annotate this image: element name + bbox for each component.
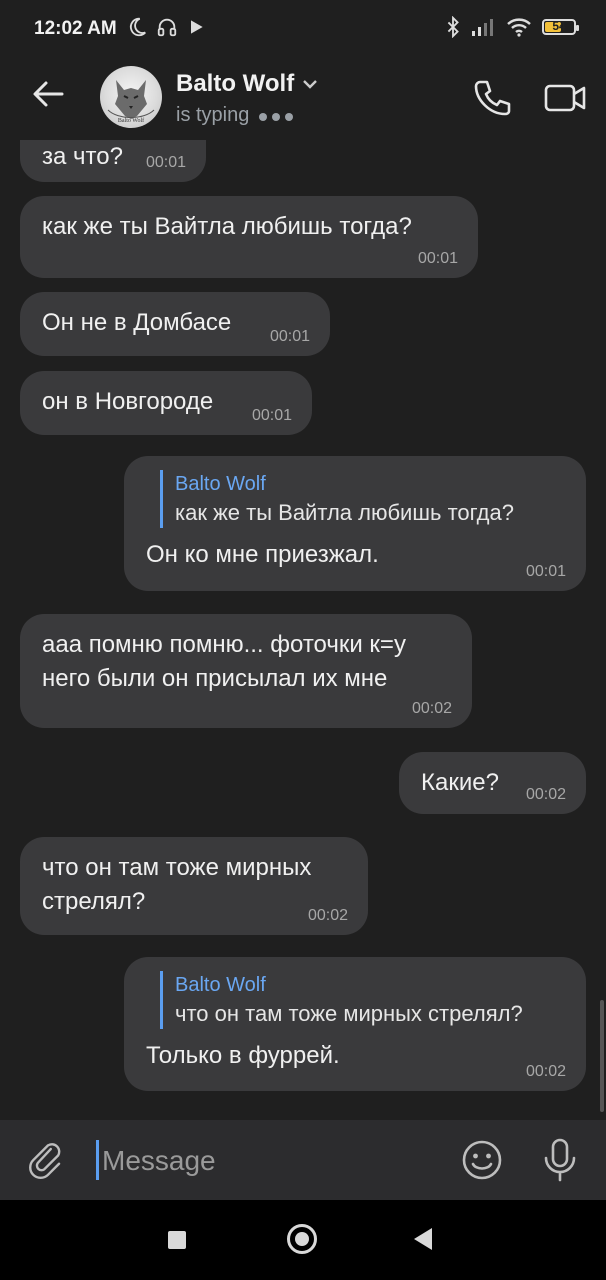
message-text: Он ко мне приезжал. [146, 541, 379, 568]
typing-status: is typing [176, 104, 298, 127]
message-text: что он там тоже мирных стрелял? [42, 854, 312, 915]
back-triangle-icon[interactable] [414, 1228, 432, 1250]
chevron-down-icon [303, 80, 318, 89]
message-time: 00:01 [145, 154, 186, 171]
status-time: 12:02 AM [34, 18, 117, 39]
text-caret [96, 1140, 99, 1180]
status-bar: 12:02 AM 54 [0, 0, 606, 58]
back-arrow-icon[interactable] [28, 74, 68, 114]
message-time: 00:01 [417, 250, 458, 267]
phone-call-icon[interactable] [470, 76, 514, 120]
message-list[interactable]: за что? 00:01 как же ты Вайтла любишь то… [0, 140, 606, 1120]
message-time: 00:02 [525, 1063, 566, 1080]
headphones-icon [157, 18, 177, 37]
reply-quote-author: Balto Wolf [175, 473, 266, 495]
play-icon [191, 20, 203, 34]
message-text: Он не в Домбасе [42, 309, 232, 336]
avatar[interactable]: Balto Wolf [100, 66, 162, 128]
message-text: ааа помню помню... фоточки к=у него были… [42, 631, 406, 692]
message-bubble-outgoing[interactable]: Какие? 00:02 [399, 752, 586, 814]
message-bubble-incoming[interactable]: он в Новгороде 00:01 [20, 371, 312, 435]
message-bubble-incoming[interactable]: Он не в Домбасе 00:01 [20, 292, 330, 356]
message-time: 00:01 [251, 407, 292, 424]
message-bubble-outgoing[interactable]: Balto Wolf что он там тоже мирных стреля… [124, 957, 586, 1091]
contact-name[interactable]: Balto Wolf [176, 70, 318, 98]
signal-icon [472, 19, 493, 36]
paperclip-icon[interactable] [28, 1138, 68, 1182]
message-composer [0, 1120, 606, 1200]
home-circle-icon[interactable] [287, 1224, 317, 1254]
message-text: Только в фуррей. [146, 1042, 340, 1069]
chat-header: Balto Wolf Balto Wolf is typing [0, 58, 606, 140]
battery-level: 54 [552, 19, 566, 33]
reply-quote-text: что он там тоже мирных стрелял? [175, 1001, 523, 1026]
microphone-icon[interactable] [538, 1136, 582, 1184]
typing-dots-icon [259, 104, 298, 127]
reply-quote[interactable]: Balto Wolf что он там тоже мирных стреля… [160, 971, 564, 1029]
message-bubble-outgoing[interactable]: Balto Wolf как же ты Вайтла любишь тогда… [124, 456, 586, 591]
wolf-avatar-icon: Balto Wolf [107, 80, 155, 124]
message-time: 00:02 [525, 786, 566, 803]
message-time: 00:01 [525, 563, 566, 580]
message-text: как же ты Вайтла любишь тогда? [42, 213, 412, 240]
reply-quote-text: как же ты Вайтла любишь тогда? [175, 500, 514, 525]
moon-icon [129, 17, 146, 37]
wifi-icon [507, 18, 531, 37]
scrollbar[interactable] [600, 1000, 604, 1112]
message-time: 00:01 [269, 328, 310, 345]
video-call-icon[interactable] [542, 76, 588, 120]
battery-icon: 54 [542, 19, 579, 35]
reply-quote[interactable]: Balto Wolf как же ты Вайтла любишь тогда… [160, 470, 564, 528]
message-time: 00:02 [411, 700, 452, 717]
message-bubble-incoming[interactable]: как же ты Вайтла любишь тогда? 00:01 [20, 196, 478, 278]
system-nav-bar [0, 1200, 606, 1280]
svg-text:Balto Wolf: Balto Wolf [118, 117, 144, 124]
message-bubble-incoming[interactable]: за что? 00:01 [20, 140, 206, 182]
message-input[interactable] [100, 1138, 444, 1184]
message-time: 00:02 [307, 907, 348, 924]
typing-status-text: is typing [176, 104, 250, 126]
bluetooth-icon [447, 16, 459, 38]
message-bubble-incoming[interactable]: ааа помню помню... фоточки к=у него были… [20, 614, 472, 728]
contact-name-text: Balto Wolf [176, 70, 295, 97]
emoji-icon[interactable] [460, 1138, 504, 1182]
message-bubble-incoming[interactable]: что он там тоже мирных стрелял? 00:02 [20, 837, 368, 935]
reply-quote-author: Balto Wolf [175, 974, 266, 996]
recents-square-icon[interactable] [168, 1231, 186, 1249]
